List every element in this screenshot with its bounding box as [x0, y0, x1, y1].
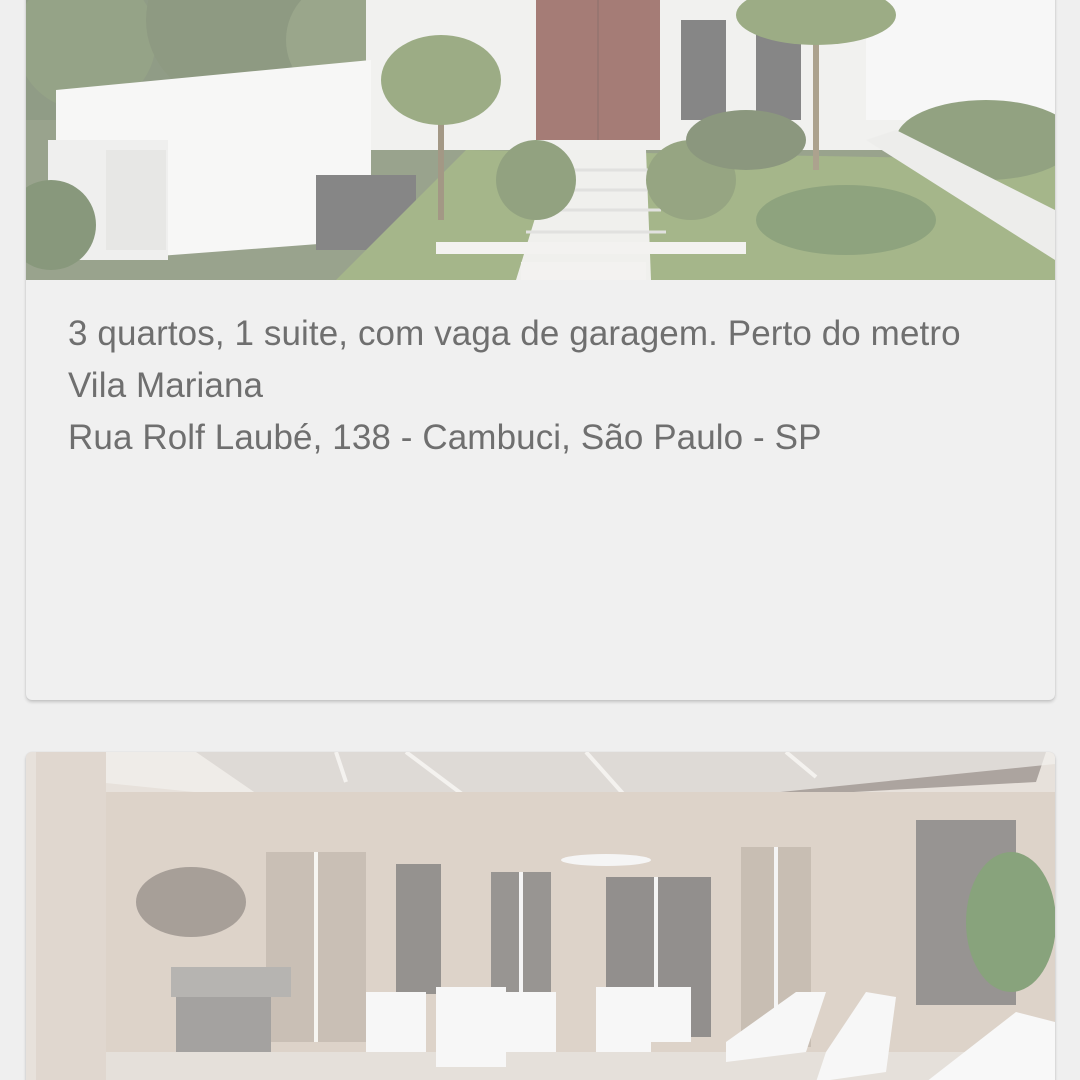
listing-details: 3 quartos, 1 suite, com vaga de garagem.…: [26, 280, 1055, 464]
covered-patio-image: [26, 752, 1055, 1080]
listing-card[interactable]: [26, 752, 1055, 1080]
listing-photo-patio[interactable]: [26, 752, 1055, 1080]
listing-description: 3 quartos, 1 suite, com vaga de garagem.…: [68, 314, 961, 405]
listing-address: Rua Rolf Laubé, 138 - Cambuci, São Paulo…: [68, 418, 822, 457]
listing-feed[interactable]: 3 quartos, 1 suite, com vaga de garagem.…: [0, 0, 1080, 1080]
listing-card[interactable]: 3 quartos, 1 suite, com vaga de garagem.…: [26, 0, 1055, 700]
house-front-image: [26, 0, 1055, 280]
listing-photo-house[interactable]: [26, 0, 1055, 280]
